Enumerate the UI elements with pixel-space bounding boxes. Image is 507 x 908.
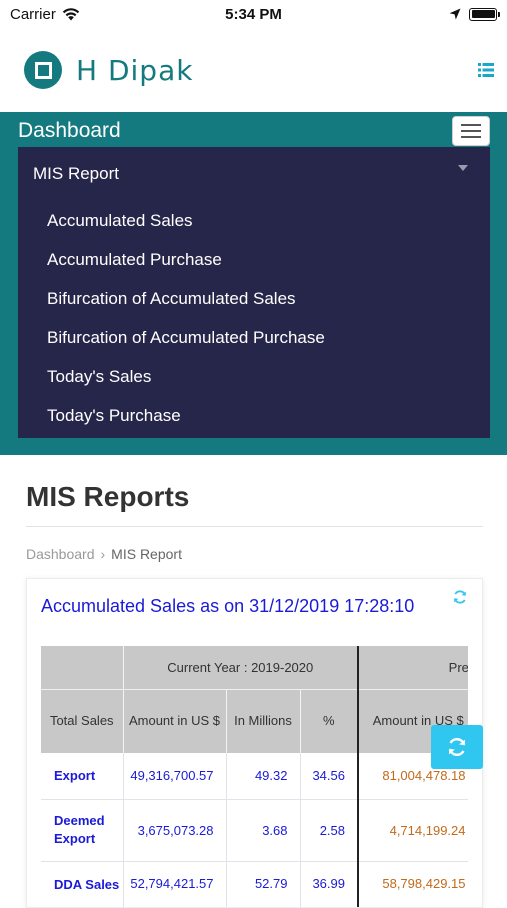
amount-cell: 49,316,700.57	[122, 753, 226, 800]
percent-cell: 34.56	[299, 753, 358, 800]
previous-year-header: Previous Y	[357, 646, 468, 689]
menu-item-accumulated-purchase[interactable]: Accumulated Purchase	[47, 240, 490, 279]
breadcrumb-dashboard-link[interactable]: Dashboard	[26, 546, 95, 562]
millions-cell: 49.32	[225, 753, 300, 800]
amount-cell: 52,794,421.57	[122, 861, 226, 907]
battery-icon	[469, 7, 500, 21]
carrier-label: Carrier	[10, 5, 56, 23]
hamburger-line	[461, 130, 481, 132]
breadcrumb-current: MIS Report	[111, 546, 182, 562]
millions-cell: 3.68	[225, 799, 300, 862]
hamburger-line	[461, 136, 481, 138]
percent-cell: 36.99	[299, 861, 358, 907]
accumulated-sales-card: Accumulated Sales as on 31/12/2019 17:28…	[26, 578, 483, 908]
breadcrumb: Dashboard › MIS Report	[26, 546, 182, 562]
sales-table: Current Year : 2019-2020 Previous Y Tota…	[41, 646, 468, 907]
wifi-icon	[62, 7, 80, 20]
card-title: Accumulated Sales as on 31/12/2019 17:28…	[41, 596, 415, 616]
prev-amount-cell: 4,714,199.24	[357, 799, 468, 862]
mis-report-menu-label: MIS Report	[33, 164, 119, 183]
row-label[interactable]: Export	[41, 753, 123, 800]
mis-report-submenu: Accumulated Sales Accumulated Purchase B…	[18, 201, 490, 435]
app-header: H Dipak	[0, 28, 507, 112]
status-bar: Carrier 5:34 PM	[0, 0, 507, 28]
mis-report-menu: MIS Report Accumulated Sales Accumulated…	[18, 147, 490, 438]
menu-item-todays-purchase[interactable]: Today's Purchase	[47, 396, 490, 435]
percent-cell: 2.58	[299, 799, 358, 862]
location-arrow-icon	[449, 8, 461, 20]
menu-item-bifurcation-purchase[interactable]: Bifurcation of Accumulated Purchase	[47, 318, 490, 357]
menu-item-todays-sales[interactable]: Today's Sales	[47, 357, 490, 396]
breadcrumb-separator: ›	[100, 546, 106, 562]
mis-report-menu-toggle[interactable]: MIS Report	[18, 147, 490, 201]
hamburger-menu-button[interactable]	[452, 116, 490, 146]
millions-cell: 52.79	[225, 861, 300, 907]
header-blank	[41, 646, 123, 689]
column-header-amount-us: Amount in US $	[122, 688, 226, 753]
page-title: MIS Reports	[26, 481, 190, 512]
menu-item-bifurcation-sales[interactable]: Bifurcation of Accumulated Sales	[47, 279, 490, 318]
caret-down-icon	[458, 165, 468, 171]
brand-name: H Dipak	[76, 53, 194, 87]
table-row: DDA Sales 52,794,421.57 52.79 36.99 58,7…	[41, 861, 468, 907]
brand[interactable]: H Dipak	[24, 51, 193, 89]
dashboard-title: Dashboard	[18, 119, 121, 142]
status-right	[449, 7, 500, 21]
column-header-percent: %	[299, 688, 358, 753]
floating-refresh-button[interactable]	[431, 725, 483, 769]
current-year-header: Current Year : 2019-2020	[122, 646, 358, 689]
amount-cell: 3,675,073.28	[122, 799, 226, 862]
brand-logo-icon	[24, 51, 62, 89]
sales-table-scroll[interactable]: Current Year : 2019-2020 Previous Y Tota…	[41, 646, 468, 907]
refresh-icon[interactable]	[452, 589, 468, 605]
refresh-icon	[448, 738, 466, 756]
hamburger-line	[461, 124, 481, 126]
column-header-total-sales: Total Sales	[41, 688, 123, 753]
column-header-in-millions: In Millions	[225, 688, 300, 753]
table-row: Deemed Export 3,675,073.28 3.68 2.58 4,7…	[41, 799, 468, 862]
status-left: Carrier	[10, 6, 80, 23]
row-label[interactable]: Deemed Export	[41, 799, 123, 862]
table-row: Export 49,316,700.57 49.32 34.56 81,004,…	[41, 753, 468, 800]
title-divider	[26, 526, 483, 527]
row-label[interactable]: DDA Sales	[41, 861, 123, 907]
list-menu-icon[interactable]	[475, 59, 497, 81]
menu-item-accumulated-sales[interactable]: Accumulated Sales	[47, 201, 490, 240]
prev-amount-cell: 58,798,429.15	[357, 861, 468, 907]
